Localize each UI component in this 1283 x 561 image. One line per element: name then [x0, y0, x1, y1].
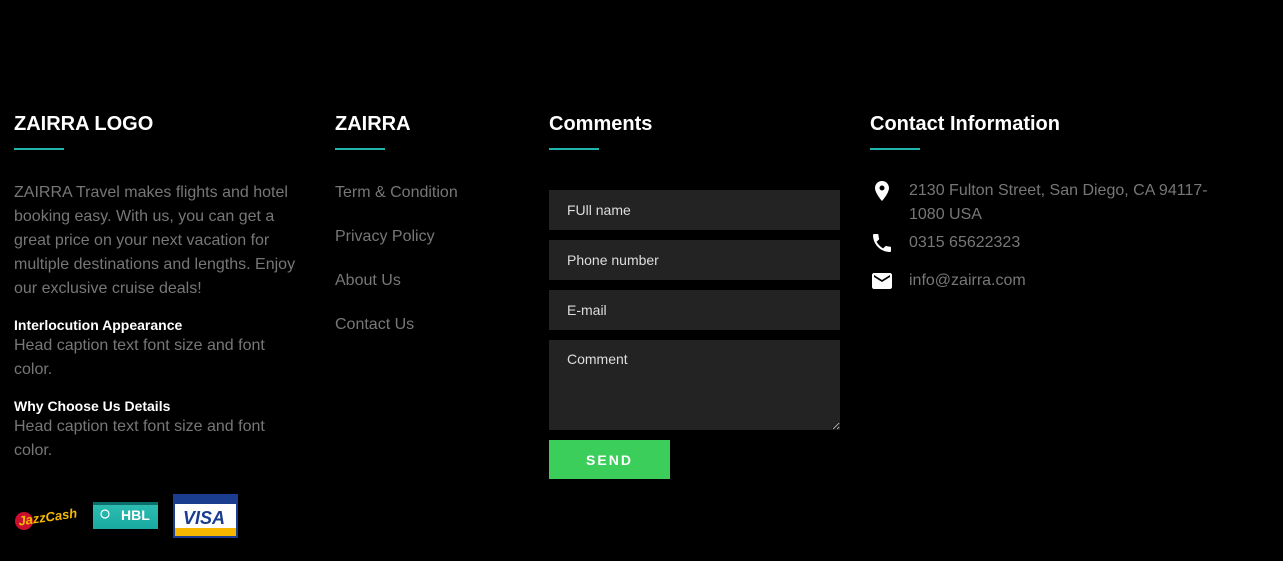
terms-link[interactable]: Term & Condition	[335, 184, 458, 201]
links-title: ZAIRRA	[335, 113, 411, 135]
title-underline	[14, 148, 64, 150]
list-item: Privacy Policy	[335, 225, 525, 269]
visa-logo: VISA	[173, 494, 238, 538]
list-item: Contact Us	[335, 313, 525, 357]
title-underline	[549, 148, 599, 150]
mail-icon	[870, 269, 894, 293]
footer-links: Term & Condition Privacy Policy About Us…	[335, 181, 525, 357]
interlocution-text: Head caption text font size and font col…	[14, 337, 265, 378]
send-button[interactable]: SEND	[549, 440, 670, 479]
full-name-input[interactable]	[549, 190, 840, 230]
list-item: Term & Condition	[335, 181, 525, 225]
hbl-logo: HBL	[93, 502, 158, 529]
svg-text:VISA: VISA	[183, 508, 225, 528]
jazzcash-logo: JazzCash	[14, 502, 80, 532]
contact-column: Contact Information 2130 Fulton Street, …	[870, 112, 1230, 293]
title-underline	[870, 148, 920, 150]
about-text: ZAIRRA Travel makes flights and hotel bo…	[14, 184, 296, 297]
comment-textarea[interactable]	[549, 340, 840, 430]
email-row: info@zairra.com	[870, 269, 1230, 293]
title-underline	[335, 148, 385, 150]
why-choose-heading: Why Choose Us Details	[14, 398, 171, 414]
phone-input[interactable]	[549, 240, 840, 280]
location-pin-icon	[870, 179, 894, 203]
contact-us-link[interactable]: Contact Us	[335, 316, 414, 333]
about-column: ZAIRRA LOGO ZAIRRA Travel makes flights …	[14, 112, 314, 463]
list-item: About Us	[335, 269, 525, 313]
svg-text:JazzCash: JazzCash	[17, 505, 78, 528]
phone-text: 0315 65622323	[909, 234, 1021, 251]
privacy-link[interactable]: Privacy Policy	[335, 228, 435, 245]
contact-list: 2130 Fulton Street, San Diego, CA 94117-…	[870, 179, 1230, 293]
links-column: ZAIRRA Term & Condition Privacy Policy A…	[335, 112, 525, 357]
address-text: 2130 Fulton Street, San Diego, CA 94117-…	[909, 182, 1208, 223]
email-link[interactable]: info@zairra.com	[909, 272, 1026, 289]
comment-form: SEND	[549, 190, 841, 479]
comments-column: Comments SEND	[549, 112, 841, 479]
why-choose-text: Head caption text font size and font col…	[14, 418, 265, 459]
email-input[interactable]	[549, 290, 840, 330]
interlocution-heading: Interlocution Appearance	[14, 317, 183, 333]
svg-text:HBL: HBL	[121, 507, 150, 523]
comments-title: Comments	[549, 113, 653, 135]
address-row: 2130 Fulton Street, San Diego, CA 94117-…	[870, 179, 1230, 231]
phone-row: 0315 65622323	[870, 231, 1230, 269]
about-us-link[interactable]: About Us	[335, 272, 401, 289]
about-title: ZAIRRA LOGO	[14, 113, 154, 135]
contact-title: Contact Information	[870, 113, 1060, 135]
phone-icon	[870, 231, 894, 255]
